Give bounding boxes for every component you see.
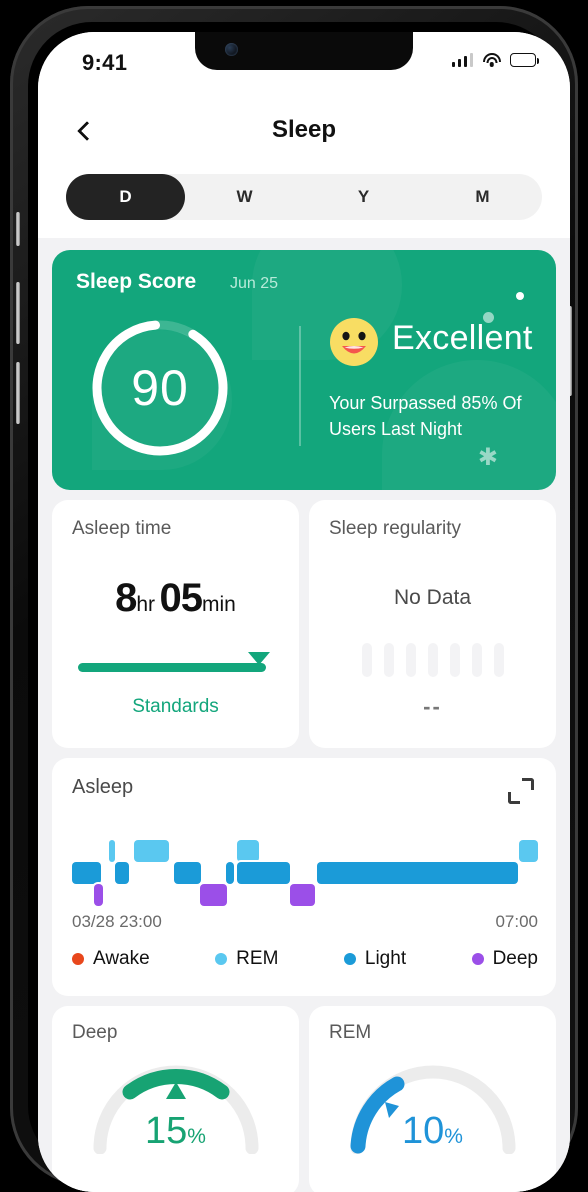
hypnogram-axis: 03/28 23:00 07:00 [72,912,538,932]
asleep-time-card[interactable]: Asleep time 8hr 05min Standards [52,500,299,748]
deep-gauge-number: 15 [145,1110,188,1152]
mute-switch[interactable] [16,212,20,246]
legend-item-deep: Deep [471,948,538,970]
legend-dot-rem [215,953,228,965]
hypnogram-card[interactable]: Asleep 03/28 23:00 07:00 Awake REM Light De… [52,758,556,996]
phone-frame: 9:41 Sleep D W Y M ✱ Sleep Score Jun 25 … [10,6,578,1192]
hypnogram-segment-rem [519,840,538,862]
legend-label: Deep [492,948,538,969]
expand-icon[interactable] [508,778,534,804]
asleep-hours: 8 [115,576,137,620]
asleep-rating-label: Standards [132,696,219,717]
sleep-score-card[interactable]: ✱ Sleep Score Jun 25 90 Excellent Your S… [52,250,556,490]
asleep-progress-bar [78,652,270,676]
progress-marker-icon [248,652,270,665]
asleep-hours-unit: hr [136,593,156,616]
progress-track [78,663,266,672]
rem-gauge-unit: % [444,1125,463,1148]
hypnogram-segment-light [173,862,201,884]
rem-gauge-number: 10 [402,1110,445,1152]
legend-item-awake: Awake [72,948,150,970]
hypnogram-segment-rem [109,840,116,862]
hypnogram-title: Asleep [72,776,134,798]
hypnogram-segment-rem [236,840,260,862]
sleep-score-title: Sleep Score [76,270,197,293]
hypnogram-end-time: 07:00 [495,912,538,931]
period-selector-bar: D W Y M [38,166,570,238]
asleep-minutes: 05 [159,576,203,620]
asleep-time-value: 8hr 05min [52,576,299,621]
sleep-score-value: 90 [131,360,189,416]
decor-sparkle-icon: ✱ [477,444,498,471]
sleep-score-mood: Excellent [392,319,533,357]
content-scroll-area[interactable]: ✱ Sleep Score Jun 25 90 Excellent Your S… [38,238,570,1192]
legend-item-light: Light [343,948,407,970]
phone-screen: 9:41 Sleep D W Y M ✱ Sleep Score Jun 25 … [38,32,570,1192]
status-bar-time: 9:41 [82,50,128,75]
hypnogram-start-time: 03/28 23:00 [72,912,162,931]
page-title: Sleep [271,116,337,143]
legend-label: REM [236,948,279,969]
sleep-regularity-state: No Data [393,586,472,609]
asleep-time-title: Asleep time [72,518,172,539]
tab-day[interactable]: D [66,174,185,220]
tab-year[interactable]: Y [304,174,423,220]
cellular-signal-icon [451,52,473,67]
legend-dot-deep [471,953,484,965]
deep-gauge-unit: % [187,1125,206,1148]
decor-dot [516,292,524,300]
card-divider [299,326,301,446]
legend-dot-light [343,953,356,965]
legend-item-rem: REM [215,948,278,970]
hypnogram-plot [72,840,538,906]
tab-week[interactable]: W [185,174,304,220]
smiling-face-emoji [329,317,379,367]
deep-gauge-value: 15% [52,1110,299,1153]
sleep-regularity-value: -- [423,694,442,719]
hypnogram-segment-light [115,862,129,884]
hypnogram-segment-rem [133,840,169,862]
rem-sleep-card[interactable]: REM 10% [309,1006,556,1192]
sleep-regularity-title: Sleep regularity [329,518,462,539]
battery-full-icon [510,53,539,67]
placeholder-bars [309,640,556,680]
hypnogram-segment-deep [290,884,315,906]
volume-up-button[interactable] [16,282,20,344]
metrics-row: Asleep time 8hr 05min Standards Sleep re… [52,500,556,748]
navigation-bar: Sleep [38,94,570,166]
front-camera-icon [225,43,238,56]
hypnogram-segment-deep [199,884,227,906]
hypnogram-segment-light [236,862,291,884]
hypnogram-segment-light [72,862,101,884]
sleep-score-date: Jun 25 [230,275,279,292]
asleep-minutes-unit: min [202,593,236,616]
legend-label: Awake [93,948,150,969]
hypnogram-segment-deep [94,884,103,906]
sleep-score-message: Your Surpassed 85% Of Users Last Night [329,393,522,440]
legend-dot-awake [72,953,84,965]
deep-sleep-card[interactable]: Deep 15% [52,1006,299,1192]
volume-down-button[interactable] [16,362,20,424]
deep-gauge-title: Deep [72,1022,118,1043]
status-bar-icons [451,52,539,67]
sleep-regularity-card[interactable]: Sleep regularity No Data -- [309,500,556,748]
device-notch [195,32,413,70]
stage-gauges-row: Deep 15% REM 10% [52,1006,556,1192]
tab-month[interactable]: M [423,174,542,220]
hypnogram-segment-light [317,862,519,884]
sleep-score-ring: 90 [84,312,236,464]
rem-gauge-title: REM [329,1022,372,1043]
decor-flower [252,250,402,360]
hypnogram-legend: Awake REM Light Deep [72,948,538,970]
wifi-icon [482,52,501,67]
rem-gauge-value: 10% [309,1110,556,1153]
segmented-control[interactable]: D W Y M [66,174,542,220]
legend-label: Light [364,948,407,969]
hypnogram-segment-light [225,862,235,884]
